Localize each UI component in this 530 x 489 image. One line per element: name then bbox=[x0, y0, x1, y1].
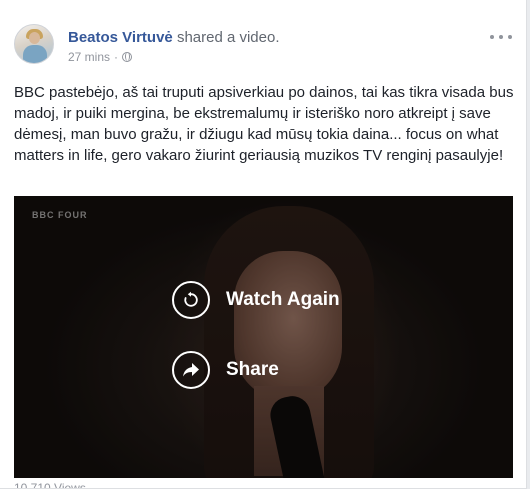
video-player[interactable]: BBC FOUR Watch Again Share bbox=[14, 196, 513, 478]
post-header: Beatos Virtuvė shared a video. bbox=[68, 29, 280, 46]
share-label: Share bbox=[226, 359, 279, 380]
watch-again-label: Watch Again bbox=[226, 289, 340, 310]
more-options-icon[interactable] bbox=[490, 30, 512, 44]
replay-icon bbox=[172, 281, 210, 319]
video-watermark: BBC FOUR bbox=[32, 210, 88, 220]
post-text: BBC pastebėjo, aš tai truputi apsiverkia… bbox=[14, 84, 514, 164]
author-name-link[interactable]: Beatos Virtuvė bbox=[68, 29, 173, 46]
share-button[interactable]: Share bbox=[172, 351, 279, 389]
share-arrow-icon bbox=[172, 351, 210, 389]
post-meta: 27 mins · bbox=[68, 50, 133, 64]
avatar[interactable] bbox=[14, 24, 54, 64]
post-card: Beatos Virtuvė shared a video. 27 mins ·… bbox=[0, 0, 527, 489]
post-action-text: shared a video. bbox=[176, 29, 280, 46]
watch-again-button[interactable]: Watch Again bbox=[172, 281, 340, 319]
timestamp-link[interactable]: 27 mins bbox=[68, 50, 110, 64]
globe-icon[interactable] bbox=[122, 52, 133, 62]
meta-separator: · bbox=[114, 50, 119, 64]
